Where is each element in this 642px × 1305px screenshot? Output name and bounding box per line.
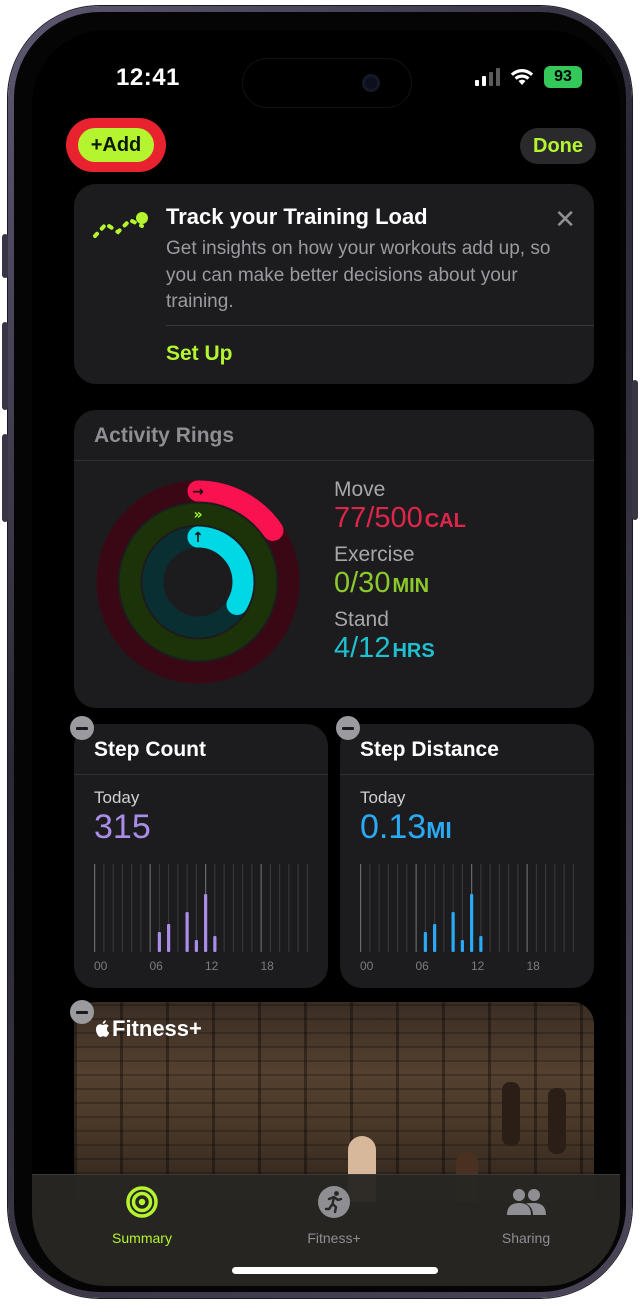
chart-bar: [460, 940, 464, 952]
sharing-people-icon: [507, 1189, 546, 1215]
volume-up-button: [2, 322, 8, 410]
tab-fitness-plus[interactable]: Fitness+: [274, 1185, 394, 1246]
step-distance-value: 0.13MI: [360, 808, 452, 847]
fitness-plus-card[interactable]: Fitness+: [74, 1002, 594, 1202]
tab-fitness-plus-label: Fitness+: [307, 1230, 361, 1246]
chart-tick-label: 12: [471, 959, 485, 973]
step-distance-unit: MI: [426, 817, 452, 843]
tab-summary-label: Summary: [112, 1230, 172, 1246]
front-camera: [362, 74, 380, 92]
exercise-value-text: 0/30: [334, 567, 391, 599]
stand-unit: HRS: [392, 640, 435, 662]
training-card-title: Track your Training Load: [166, 204, 428, 229]
chart-bar: [433, 924, 437, 952]
chart-bar: [157, 932, 161, 952]
step-count-card[interactable]: Step Count Today 315 00 06 12 18: [74, 724, 328, 988]
chart-bar: [167, 924, 171, 952]
chart-tick-label: 06: [150, 959, 164, 973]
stand-ring-arrow-icon: ↑: [192, 530, 204, 546]
step-distance-value-text: 0.13: [360, 808, 427, 846]
power-button: [632, 380, 638, 520]
status-icons: 93: [475, 66, 582, 88]
status-time: 12:41: [116, 64, 180, 91]
remove-step-distance-button[interactable]: [336, 716, 360, 740]
chart-tick-label: 00: [360, 959, 374, 973]
bezel: 12:41 93 +Add Done Track your Training L…: [14, 12, 626, 1292]
done-button[interactable]: Done: [520, 128, 596, 164]
chart-bar: [185, 912, 189, 952]
training-load-card[interactable]: Track your Training Load Get insights on…: [74, 184, 594, 384]
close-icon[interactable]: ✕: [554, 204, 576, 235]
chart-bar: [451, 912, 455, 952]
activity-rings-title: Activity Rings: [94, 424, 235, 447]
battery-indicator: 93: [544, 66, 582, 88]
screen: 12:41 93 +Add Done Track your Training L…: [32, 30, 620, 1286]
exercise-unit: MIN: [392, 575, 430, 597]
cellular-signal-icon: [475, 68, 500, 86]
tab-sharing-label: Sharing: [501, 1230, 551, 1246]
activity-rings-card[interactable]: Activity Rings → » ↑ Move 77/500 CAL Exerci…: [74, 410, 594, 708]
chart-tick-label: 06: [416, 959, 430, 973]
exercise-value: 0/30 MIN: [334, 567, 429, 600]
move-value: 77/500 CAL: [334, 502, 466, 535]
training-card-body: Get insights on how your workouts add up…: [166, 238, 551, 312]
set-up-button[interactable]: Set Up: [166, 342, 233, 366]
step-count-value: 315: [94, 808, 151, 846]
chart-tick-label: 18: [527, 959, 541, 973]
action-button: [2, 234, 8, 278]
step-count-period: Today: [94, 788, 140, 807]
volume-down-button: [2, 434, 8, 522]
move-unit: CAL: [424, 510, 466, 532]
move-label: Move: [334, 478, 386, 501]
wifi-icon: [510, 69, 534, 85]
step-distance-title: Step Distance: [360, 738, 499, 761]
step-count-chart: 00 06 12 18: [94, 864, 308, 973]
chart-bar: [479, 936, 483, 952]
chart-bar: [213, 936, 217, 952]
divider: [74, 460, 594, 461]
dynamic-island: [242, 58, 412, 108]
exercise-ring-arrow-icon: »: [193, 507, 202, 523]
apple-logo-icon: [94, 1016, 112, 1041]
punching-bag: [548, 1088, 566, 1154]
divider: [166, 325, 594, 326]
divider: [74, 774, 328, 775]
step-distance-card[interactable]: Step Distance Today 0.13MI 00 06 12 18: [340, 724, 594, 988]
chart-bar: [470, 894, 474, 952]
tab-sharing[interactable]: Sharing: [466, 1185, 586, 1246]
move-ring-arrow-icon: →: [192, 484, 204, 500]
move-value-text: 77/500: [334, 502, 423, 534]
remove-step-count-button[interactable]: [70, 716, 94, 740]
tab-summary[interactable]: Summary: [82, 1185, 202, 1246]
step-count-title: Step Count: [94, 738, 206, 761]
remove-fitness-plus-button[interactable]: [70, 1000, 94, 1024]
step-distance-chart: 00 06 12 18: [360, 864, 574, 973]
step-distance-period: Today: [360, 788, 406, 807]
punching-bag: [502, 1082, 520, 1146]
exercise-label: Exercise: [334, 543, 415, 566]
home-indicator[interactable]: [232, 1267, 438, 1274]
stand-value-text: 4/12: [334, 632, 391, 664]
stand-value: 4/12 HRS: [334, 632, 435, 665]
chart-tick-label: 18: [261, 959, 275, 973]
stand-label: Stand: [334, 608, 389, 631]
activity-rings: → » ↑: [96, 480, 300, 684]
add-button[interactable]: +Add: [78, 128, 154, 162]
chart-bar: [423, 932, 427, 952]
fitness-plus-logo: Fitness+: [94, 1016, 202, 1042]
chart-tick-label: 00: [94, 959, 108, 973]
chart-bar: [194, 940, 198, 952]
training-load-icon: [93, 212, 148, 238]
running-figure-icon: [318, 1186, 350, 1218]
fitness-plus-text: Fitness+: [112, 1016, 202, 1041]
divider: [340, 774, 594, 775]
phone-frame: 12:41 93 +Add Done Track your Training L…: [2, 6, 638, 1298]
summary-rings-icon: [126, 1186, 158, 1218]
chart-tick-label: 12: [205, 959, 219, 973]
chart-bar: [204, 894, 208, 952]
